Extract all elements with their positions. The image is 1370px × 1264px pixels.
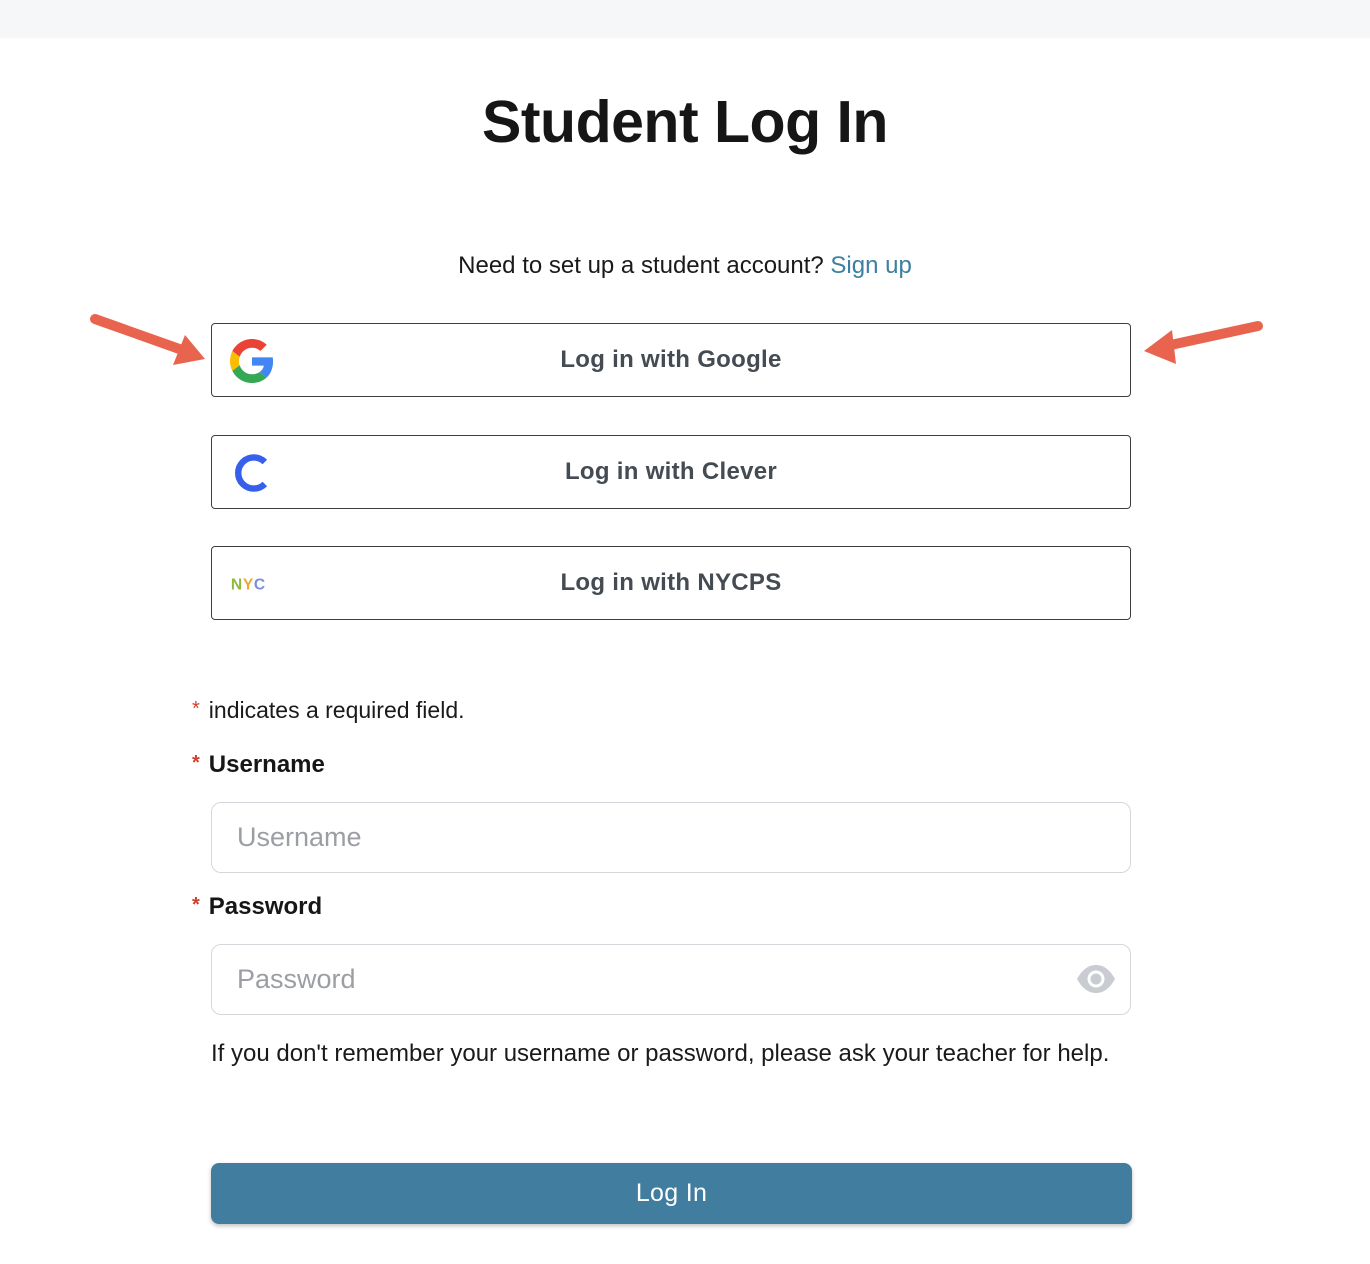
- username-label: * Username: [192, 751, 325, 779]
- nycps-login-button[interactable]: N Y C Log in with NYCPS: [211, 546, 1131, 620]
- required-star: *: [192, 894, 200, 916]
- top-bar: [0, 0, 1370, 38]
- username-label-text: Username: [208, 751, 325, 778]
- google-login-label: Log in with Google: [560, 346, 782, 373]
- password-label-text: Password: [208, 893, 323, 920]
- login-button[interactable]: Log In: [211, 1163, 1132, 1224]
- required-note-text: indicates a required field.: [208, 697, 465, 723]
- signup-prompt-text: Need to set up a student account?: [458, 252, 824, 279]
- eye-icon[interactable]: [1075, 963, 1117, 995]
- clever-login-button[interactable]: Log in with Clever: [211, 435, 1131, 509]
- nycps-login-label: Log in with NYCPS: [560, 569, 782, 596]
- clever-login-label: Log in with Clever: [564, 458, 778, 485]
- password-input[interactable]: [211, 944, 1131, 1015]
- required-star: *: [192, 752, 200, 774]
- username-input[interactable]: [211, 802, 1131, 873]
- page-title: Student Log In: [482, 89, 888, 155]
- red-arrow-icon: [1144, 321, 1263, 364]
- help-text: If you don't remember your username or p…: [211, 1040, 1110, 1067]
- google-login-button[interactable]: Log in with Google: [211, 323, 1131, 397]
- signup-prompt: Need to set up a student account? Sign u…: [0, 252, 1370, 280]
- signup-link[interactable]: Sign up: [830, 252, 911, 279]
- password-label: * Password: [192, 893, 322, 921]
- required-field-note: * indicates a required field.: [192, 697, 465, 724]
- required-star: *: [192, 698, 200, 720]
- red-arrow-icon: [90, 314, 205, 365]
